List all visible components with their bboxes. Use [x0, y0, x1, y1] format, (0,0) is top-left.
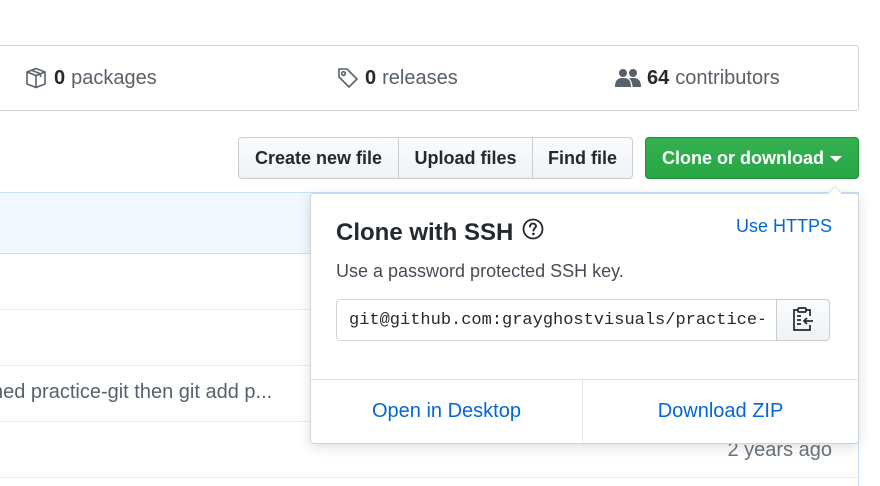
- contributors-count: 64: [647, 66, 670, 89]
- packages-label: packages: [71, 66, 157, 89]
- table-row[interactable]: [0, 477, 858, 478]
- clone-dropdown: Clone with SSH Use HTTPS Use a password …: [310, 186, 859, 444]
- chevron-down-icon: [830, 156, 842, 162]
- open-in-desktop-link[interactable]: Open in Desktop: [311, 380, 583, 443]
- upload-files-button[interactable]: Upload files: [398, 137, 533, 179]
- file-actions-group: Create new file Upload files Find file: [238, 137, 633, 179]
- download-zip-link[interactable]: Download ZIP: [583, 380, 858, 443]
- clone-or-download-button[interactable]: Clone or download: [645, 137, 859, 179]
- use-https-link[interactable]: Use HTTPS: [736, 216, 832, 237]
- clipboard-icon: [791, 306, 815, 335]
- clone-description: Use a password protected SSH key.: [336, 261, 624, 281]
- find-file-button[interactable]: Find file: [532, 137, 633, 179]
- question-icon[interactable]: [522, 218, 544, 247]
- clone-url-input[interactable]: [336, 299, 777, 341]
- clone-or-download-label: Clone or download: [662, 147, 824, 168]
- packages-count: 0: [54, 66, 66, 89]
- stat-contributors[interactable]: 64 contributors: [615, 46, 780, 110]
- contributors-label: contributors: [675, 66, 780, 89]
- repo-stats-bar: 0 packages 0 releases 64 contributors: [0, 45, 859, 111]
- clone-dropdown-title: Clone with SSH: [336, 218, 544, 247]
- clone-dropdown-footer: Open in Desktop Download ZIP: [311, 379, 858, 443]
- stat-packages[interactable]: 0 packages: [24, 46, 157, 110]
- releases-count: 0: [365, 66, 377, 89]
- tag-icon: [337, 67, 359, 89]
- stat-releases[interactable]: 0 releases: [337, 46, 458, 110]
- commit-message[interactable]: ned practice-git then git add p...: [0, 381, 272, 404]
- clone-url-group: [336, 299, 830, 341]
- releases-label: releases: [382, 66, 458, 89]
- people-icon: [615, 68, 641, 88]
- clone-title-text: Clone with SSH: [336, 218, 514, 246]
- package-icon: [24, 67, 48, 89]
- copy-url-button[interactable]: [776, 299, 830, 341]
- create-new-file-button[interactable]: Create new file: [238, 137, 399, 179]
